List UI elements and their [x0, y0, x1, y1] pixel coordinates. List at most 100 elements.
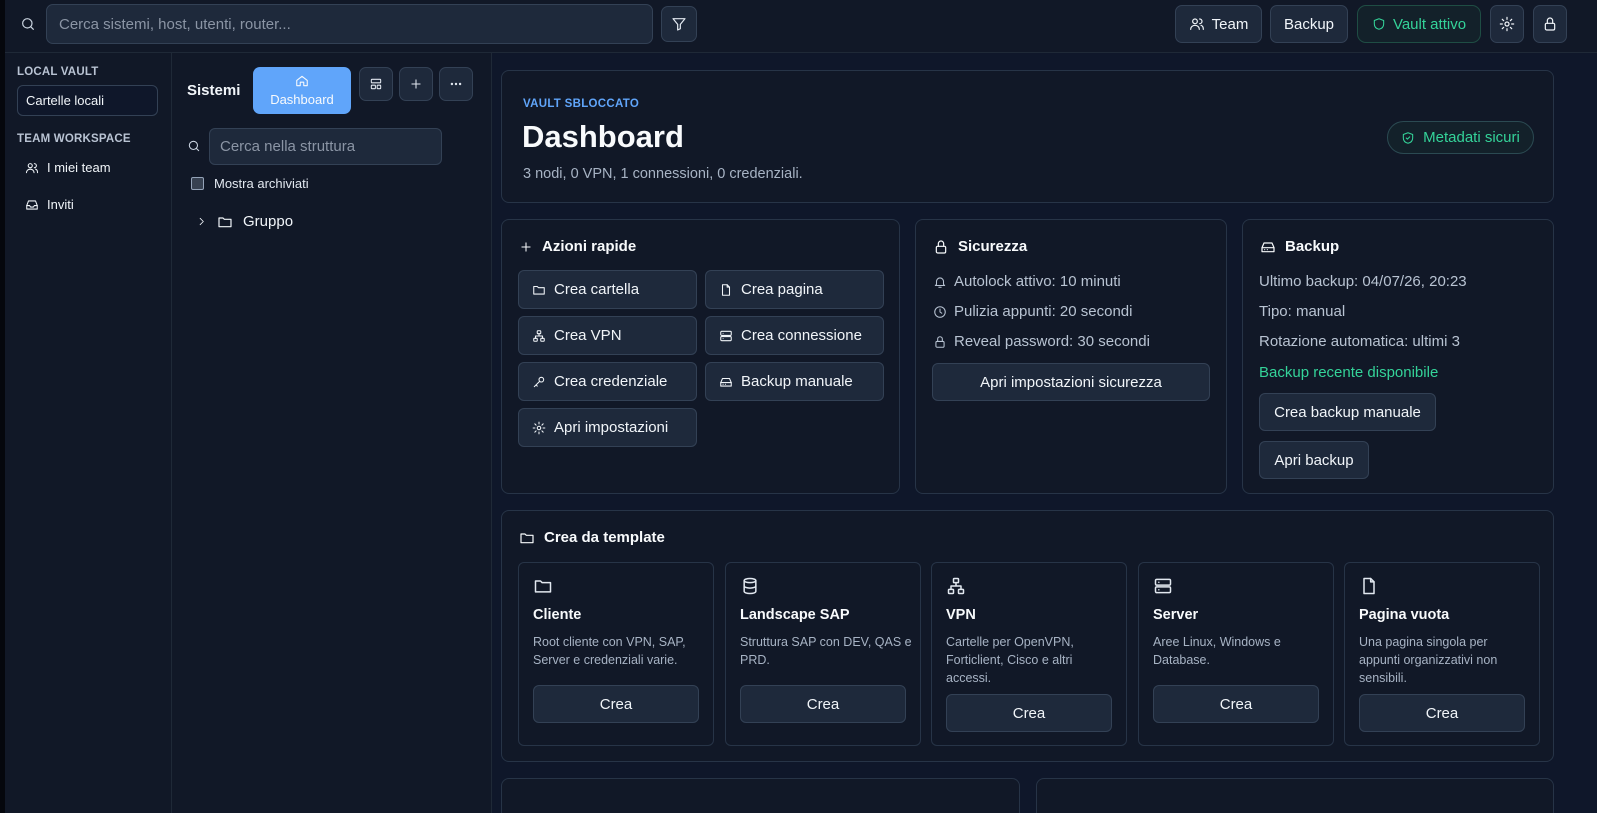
backup-card: Backup Ultimo backup: 04/07/26, 20:23 Ti… [1242, 219, 1554, 494]
drive-icon [1261, 241, 1275, 252]
network-icon [533, 329, 545, 342]
team-button-label: Team [1211, 15, 1249, 33]
folder-icon [520, 532, 534, 543]
secure-metadata-label: Metadati sicuri [1423, 129, 1520, 146]
create-manual-backup-button[interactable]: Crea backup manuale [1259, 393, 1436, 431]
search-icon [187, 139, 201, 153]
template-create-button[interactable]: Crea [1359, 694, 1525, 732]
layout-button[interactable] [359, 67, 393, 101]
page-title: Dashboard [522, 119, 684, 154]
folder-icon [218, 216, 232, 227]
template-title: Server [1153, 607, 1199, 623]
more-icon [450, 82, 462, 86]
template-title: Cliente [533, 607, 582, 623]
hero-card: VAULT SBLOCCATO Dashboard 3 nodi, 0 VPN,… [501, 70, 1554, 203]
open-backup-button[interactable]: Apri backup [1259, 441, 1369, 479]
dashboard-button[interactable]: Dashboard [253, 67, 351, 114]
backup-type-info: Tipo: manual [1259, 303, 1346, 320]
last-backup-info: Ultimo backup: 04/07/26, 20:23 [1259, 273, 1467, 290]
tree-item-label: Gruppo [243, 213, 294, 230]
security-title: Sicurezza [933, 238, 1027, 255]
team-workspace-heading: TEAM WORKSPACE [17, 133, 131, 145]
tree-item-group[interactable]: Gruppo [196, 213, 293, 230]
template-description: Cartelle per OpenVPN, Forticlient, Cisco… [946, 635, 1074, 685]
settings-button[interactable] [1490, 5, 1524, 43]
create-connection-button[interactable]: Crea connessione [705, 316, 884, 355]
template-description: Struttura SAP con DEV, QAS e PRD. [740, 635, 912, 667]
filter-button[interactable] [661, 6, 697, 42]
shield-check-icon [1402, 131, 1414, 144]
tree-title: Sistemi [187, 82, 241, 99]
lock-vault-button[interactable] [1533, 5, 1567, 43]
vault-status-button[interactable]: Vault attivo [1357, 5, 1481, 43]
show-archived-toggle[interactable]: Mostra archiviati [191, 176, 309, 191]
sidebar-item-local-folders[interactable]: Cartelle locali [17, 85, 158, 116]
templates-card: Crea da template Cliente Root cliente co… [501, 510, 1554, 762]
template-create-button[interactable]: Crea [740, 685, 906, 723]
security-card: Sicurezza Autolock attivo: 10 minuti Pul… [915, 219, 1227, 494]
template-client: Cliente Root cliente con VPN, SAP, Serve… [518, 562, 714, 746]
sidebar-item-invites[interactable]: Inviti [25, 197, 74, 212]
inbox-icon [26, 199, 38, 210]
create-vpn-button[interactable]: Crea VPN [518, 316, 697, 355]
create-credential-button[interactable]: Crea credenziale [518, 362, 697, 401]
drive-icon [720, 377, 732, 387]
lock-icon [1544, 17, 1556, 31]
show-archived-label: Mostra archiviati [214, 176, 309, 191]
reveal-password-info: Reveal password: 30 secondi [933, 333, 1150, 350]
template-create-button[interactable]: Crea [1153, 685, 1319, 723]
vault-status-label: Vault attivo [1392, 15, 1467, 33]
template-create-button[interactable]: Crea [533, 685, 699, 723]
open-security-settings-button[interactable]: Apri impostazioni sicurezza [932, 363, 1210, 401]
local-vault-heading: LOCAL VAULT [17, 66, 99, 78]
vault-unlocked-label: VAULT SBLOCCATO [523, 98, 640, 110]
sidebar: LOCAL VAULT Cartelle locali TEAM WORKSPA… [5, 53, 172, 813]
dashboard-button-label: Dashboard [270, 92, 334, 107]
show-archived-checkbox[interactable] [191, 177, 204, 190]
layout-icon [370, 78, 382, 90]
tree-search-input[interactable] [209, 128, 442, 165]
server-icon [1154, 578, 1172, 594]
key-icon [533, 376, 545, 387]
template-title: VPN [946, 607, 976, 623]
users-icon [1189, 18, 1204, 30]
secure-metadata-badge: Metadati sicuri [1387, 121, 1534, 154]
chevron-right-icon[interactable] [196, 216, 207, 227]
backup-title: Backup [1260, 238, 1339, 255]
backup-button-label: Backup [1283, 15, 1335, 33]
sidebar-item-label: Inviti [47, 197, 74, 212]
open-settings-button[interactable]: Apri impostazioni [518, 408, 697, 447]
more-button[interactable] [439, 67, 473, 101]
create-folder-button[interactable]: Crea cartella [518, 270, 697, 309]
template-title: Landscape SAP [740, 607, 850, 623]
database-icon [743, 577, 757, 595]
quick-actions-card: Azioni rapide Crea cartella Crea pagina … [501, 219, 900, 494]
backup-status-text: Backup recente disponibile [1259, 364, 1439, 381]
sidebar-item-label: I miei team [47, 160, 111, 175]
add-button[interactable] [399, 67, 433, 101]
quick-actions-title: Azioni rapide [519, 238, 636, 255]
clipboard-clear-info: Pulizia appunti: 20 secondi [933, 303, 1132, 320]
bottom-card-right [1036, 778, 1554, 813]
template-server: Server Aree Linux, Windows e Database. C… [1138, 562, 1334, 746]
team-button[interactable]: Team [1175, 5, 1262, 43]
global-search-input[interactable] [46, 4, 653, 44]
template-sap-landscape: Landscape SAP Struttura SAP con DEV, QAS… [725, 562, 921, 746]
autolock-info: Autolock attivo: 10 minuti [933, 273, 1121, 290]
template-create-button[interactable]: Crea [946, 694, 1112, 732]
manual-backup-button[interactable]: Backup manuale [705, 362, 884, 401]
bell-icon [934, 276, 946, 288]
gear-icon [532, 421, 546, 434]
sidebar-item-my-teams[interactable]: I miei team [25, 160, 111, 175]
backup-button[interactable]: Backup [1270, 5, 1348, 43]
filter-icon [672, 18, 686, 31]
lock-icon [935, 335, 945, 348]
lock-icon [935, 239, 947, 254]
template-vpn: VPN Cartelle per OpenVPN, Forticlient, C… [931, 562, 1127, 746]
folder-icon [534, 580, 552, 593]
plus-icon [521, 241, 531, 252]
file-icon [1363, 577, 1375, 595]
users-icon [25, 162, 39, 173]
create-page-button[interactable]: Crea pagina [705, 270, 884, 309]
network-icon [947, 577, 965, 595]
